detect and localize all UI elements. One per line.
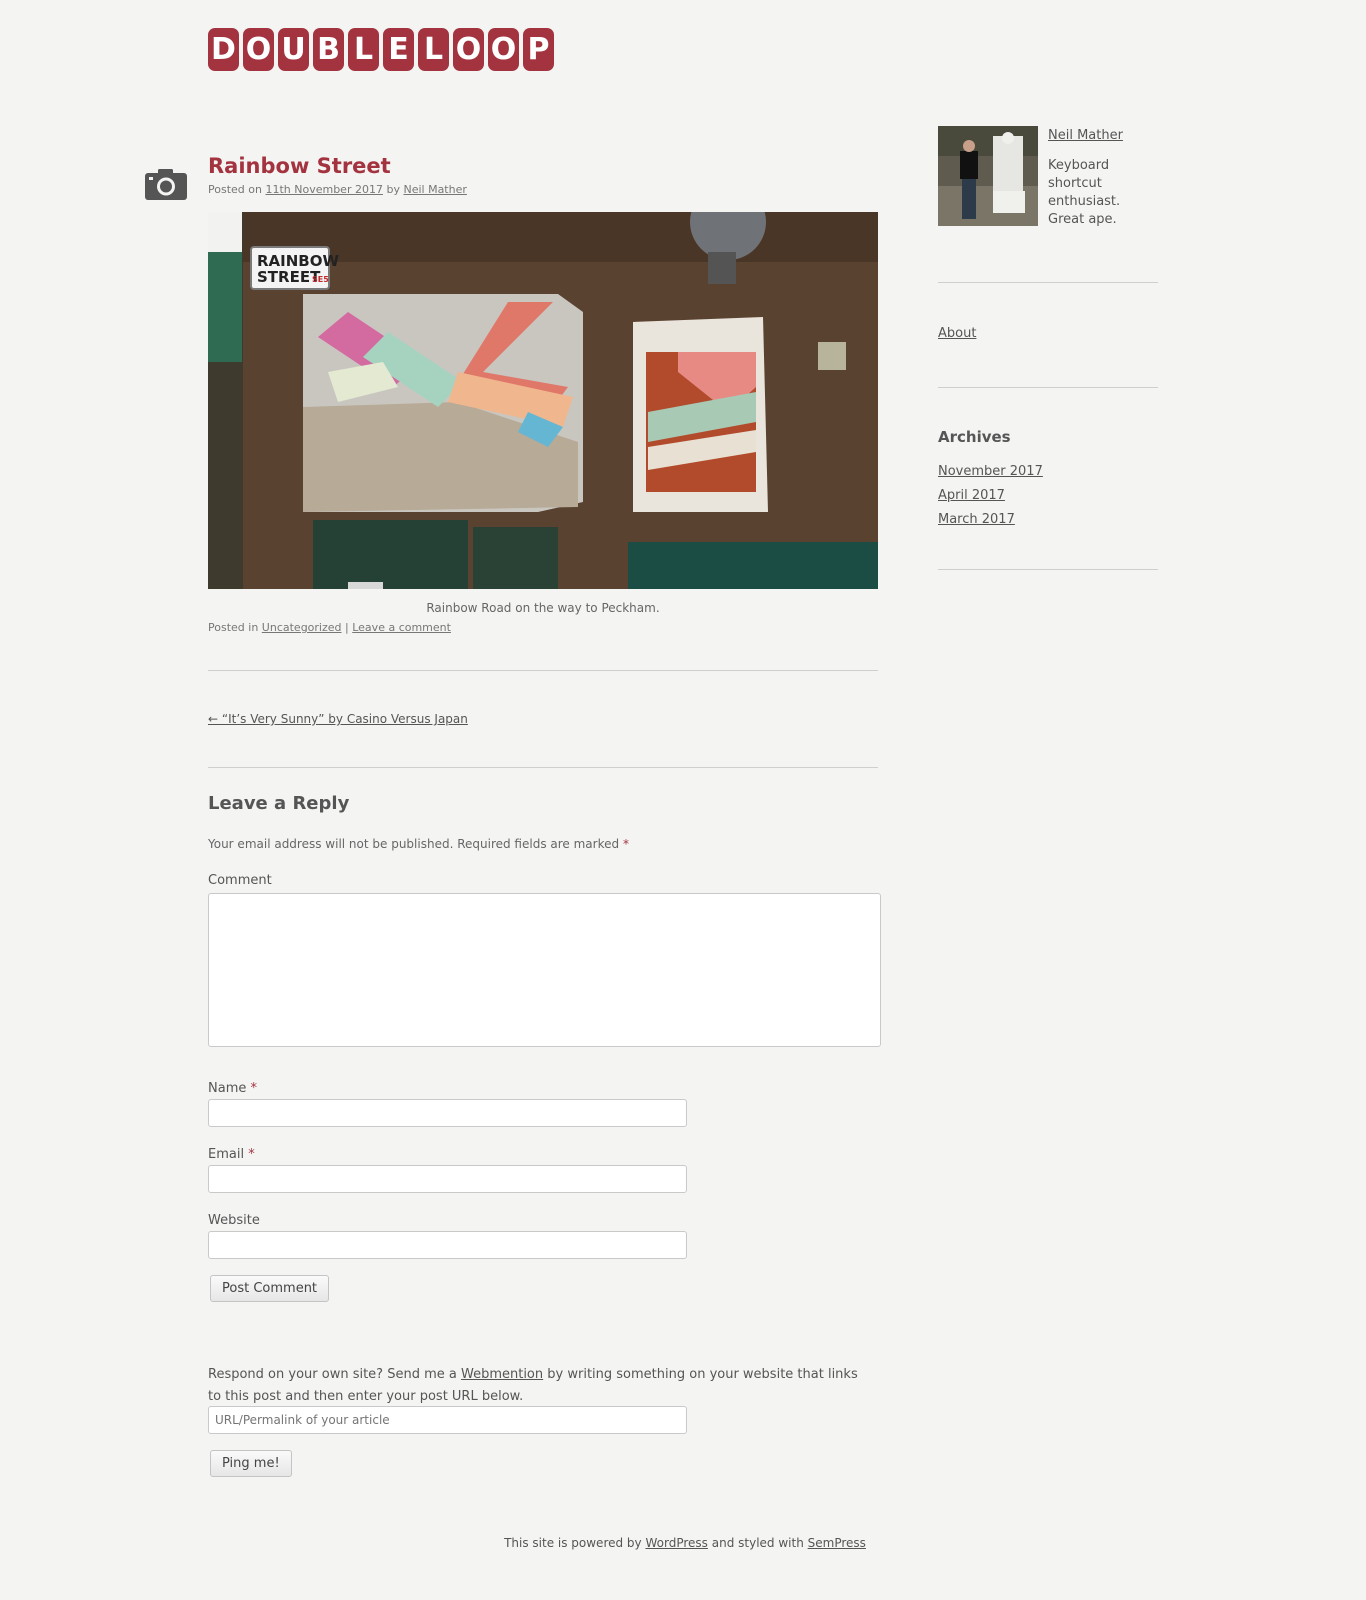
required-mark: * <box>250 1081 258 1096</box>
author-name-link[interactable]: Neil Mather <box>1048 128 1123 143</box>
archive-item: March 2017 <box>938 508 1043 532</box>
by-label: by <box>386 183 400 196</box>
archive-link[interactable]: November 2017 <box>938 464 1043 479</box>
required-mark: * <box>622 837 629 851</box>
website-label: Website <box>208 1213 260 1228</box>
logo-letter: O <box>453 28 484 71</box>
posted-on-label: Posted on <box>208 183 262 196</box>
post-title[interactable]: Rainbow Street <box>208 154 391 178</box>
post-date-link[interactable]: 11th November 2017 <box>265 183 383 196</box>
leave-comment-link[interactable]: Leave a comment <box>352 621 451 634</box>
site-logo[interactable]: D O U B L E L O O P <box>208 28 554 71</box>
divider <box>938 569 1158 570</box>
email-label: Email * <box>208 1147 255 1162</box>
divider <box>938 387 1158 388</box>
webmention-text: Respond on your own site? Send me a Webm… <box>208 1364 868 1408</box>
comment-textarea[interactable] <box>208 893 881 1047</box>
divider <box>208 767 878 768</box>
name-label: Name * <box>208 1081 257 1096</box>
archive-link[interactable]: April 2017 <box>938 488 1005 503</box>
powered-by-text: This site is powered by <box>504 1536 642 1550</box>
logo-letter: E <box>383 28 414 71</box>
about-link[interactable]: About <box>938 326 976 341</box>
name-input[interactable] <box>208 1099 687 1127</box>
email-label-text: Email <box>208 1147 245 1162</box>
comment-label: Comment <box>208 873 272 888</box>
posted-in-label: Posted in <box>208 621 259 634</box>
image-caption: Rainbow Road on the way to Peckham. <box>426 601 660 615</box>
logo-letter: D <box>208 28 239 71</box>
post-footer: Posted in Uncategorized | Leave a commen… <box>208 621 451 634</box>
logo-letter: B <box>313 28 344 71</box>
author-avatar[interactable] <box>938 126 1038 226</box>
archive-link[interactable]: March 2017 <box>938 512 1015 527</box>
archives-list: November 2017 April 2017 March 2017 <box>938 460 1043 532</box>
post-image: RAINBOW STREET SE5 <box>208 212 878 589</box>
website-input[interactable] <box>208 1231 687 1259</box>
archive-item: April 2017 <box>938 484 1043 508</box>
webmention-link[interactable]: Webmention <box>461 1367 543 1382</box>
required-mark: * <box>248 1147 255 1162</box>
comment-notes-text: Your email address will not be published… <box>208 837 620 851</box>
previous-post-link[interactable]: ← “It’s Very Sunny” by Casino Versus Jap… <box>208 712 468 726</box>
divider <box>938 282 1158 283</box>
meta-separator: | <box>345 621 349 634</box>
theme-link[interactable]: SemPress <box>808 1536 866 1550</box>
logo-letter: L <box>348 28 379 71</box>
reply-title: Leave a Reply <box>208 793 350 814</box>
ping-me-button[interactable]: Ping me! <box>210 1450 292 1477</box>
divider <box>208 670 878 671</box>
webmention-text-before: Respond on your own site? Send me a <box>208 1367 457 1382</box>
logo-letter: O <box>243 28 274 71</box>
styled-with-text: and styled with <box>711 1536 804 1550</box>
post-meta: Posted on 11th November 2017 by Neil Mat… <box>208 183 467 196</box>
logo-letter: O <box>488 28 519 71</box>
svg-text:SE5: SE5 <box>312 275 329 284</box>
wordpress-link[interactable]: WordPress <box>645 1536 707 1550</box>
name-label-text: Name <box>208 1081 247 1096</box>
archives-title: Archives <box>938 428 1011 446</box>
webmention-url-input[interactable] <box>208 1406 687 1434</box>
site-footer: This site is powered by WordPress and st… <box>0 1536 1366 1550</box>
comment-notes: Your email address will not be published… <box>208 837 629 851</box>
category-link[interactable]: Uncategorized <box>262 621 342 634</box>
logo-letter: U <box>278 28 309 71</box>
email-input[interactable] <box>208 1165 687 1193</box>
camera-icon[interactable] <box>145 168 187 200</box>
post-comment-button[interactable]: Post Comment <box>210 1275 330 1302</box>
logo-letter: P <box>523 28 554 71</box>
logo-letter: L <box>418 28 449 71</box>
post-author-link[interactable]: Neil Mather <box>403 183 466 196</box>
author-bio: Keyboard shortcut enthusiast. Great ape. <box>1048 158 1121 227</box>
archive-item: November 2017 <box>938 460 1043 484</box>
